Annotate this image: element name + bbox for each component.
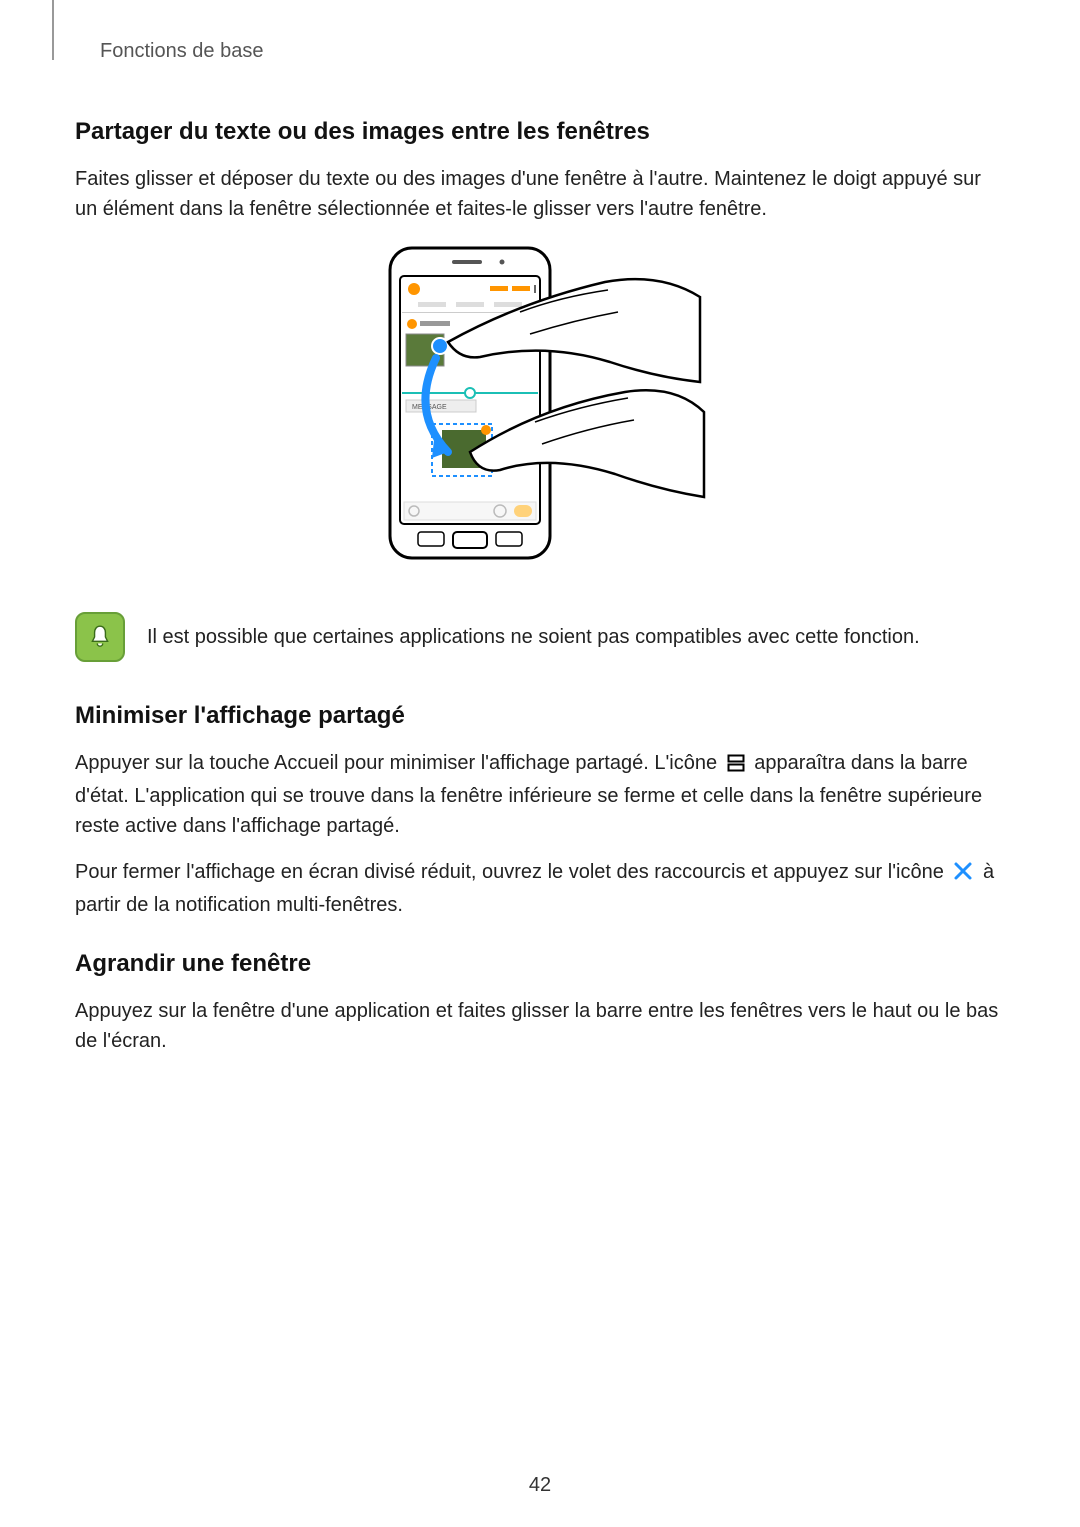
note-text: Il est possible que certaines applicatio… [147,622,920,652]
paragraph: Appuyez sur la fenêtre d'une application… [75,996,1005,1056]
header-rule [52,0,54,60]
text: Pour fermer l'affichage en écran divisé … [75,861,949,883]
note-row: Il est possible que certaines applicatio… [75,612,1005,662]
paragraph: Faites glisser et déposer du texte ou de… [75,164,1005,224]
paragraph: Pour fermer l'affichage en écran divisé … [75,857,1005,920]
heading-minimize-split: Minimiser l'affichage partagé [75,702,1005,730]
phone-gesture-illustration: MESSAGE [370,242,710,582]
page-content: Fonctions de base Partager du texte ou d… [0,0,1080,1056]
page-number: 42 [0,1474,1080,1497]
text: Appuyer sur la touche Accueil pour minim… [75,752,723,774]
close-x-icon [953,860,973,890]
breadcrumb: Fonctions de base [100,40,1005,63]
figure-drag-drop: MESSAGE [75,242,1005,582]
heading-share-text-images: Partager du texte ou des images entre le… [75,118,1005,146]
note-bell-icon [75,612,125,662]
paragraph: Appuyer sur la touche Accueil pour minim… [75,748,1005,841]
split-screen-icon [727,751,745,781]
heading-maximize-window: Agrandir une fenêtre [75,950,1005,978]
